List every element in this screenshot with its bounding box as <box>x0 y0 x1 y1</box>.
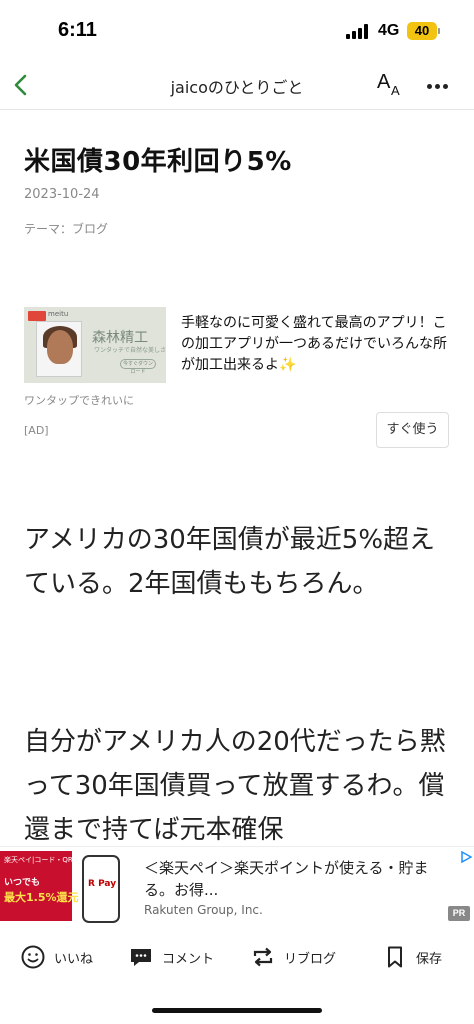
ellipsis-icon <box>427 84 432 89</box>
battery-icon: 40 <box>407 22 437 40</box>
status-bar: 6:11 4G 40 <box>0 0 474 60</box>
ad-label: [AD] <box>24 424 49 437</box>
network-type: 4G <box>378 22 400 39</box>
adchoices-icon[interactable] <box>460 851 472 863</box>
cellular-signal-icon <box>346 24 370 39</box>
back-button[interactable] <box>6 68 40 102</box>
comment-button[interactable]: コメント <box>128 942 214 972</box>
meitu-logo-icon <box>28 311 46 321</box>
banner-red-big: 最大1.5%還元 <box>4 891 79 904</box>
action-bar: いいね コメント リブログ 保存 <box>0 926 474 988</box>
banner-red-mid: いつでも <box>4 878 41 888</box>
comment-icon <box>131 949 151 966</box>
text-size-icon-small: A <box>391 83 400 98</box>
ad-cta-button[interactable]: すぐ使う <box>376 412 449 448</box>
banner-red-top: 楽天ペイ|コード・QR払いで <box>4 856 94 864</box>
article-title: 米国債30年利回り5% <box>24 147 292 177</box>
phone-icon: R Pay <box>82 855 120 923</box>
article-paragraph: 自分がアメリカ人の20代だったら黙って30年国債買って放置するわ。償還まで持てば… <box>24 727 446 845</box>
bookmark-icon <box>388 946 402 968</box>
status-time: 6:11 <box>58 19 97 41</box>
reblog-label: リブログ <box>284 951 337 967</box>
reblog-icon <box>253 947 273 967</box>
ad-image-brand: 森林精工 <box>92 330 148 346</box>
article-paragraph: アメリカの30年国債が最近5%超えている。2年国債ももちろん。 <box>24 525 436 599</box>
comment-label: コメント <box>162 951 215 967</box>
banner-ad[interactable]: 楽天ペイ|コード・QR払いで いつでも 最大1.5%還元 R Pay ＜楽天ペイ… <box>0 846 474 924</box>
article-theme[interactable]: テーマ：ブログ <box>24 220 108 237</box>
smile-icon <box>21 945 45 969</box>
save-button[interactable]: 保存 <box>382 942 442 972</box>
banner-advertiser: Rakuten Group, Inc. <box>144 903 263 917</box>
save-label: 保存 <box>416 951 443 967</box>
blog-title: jaicoのひとりごと <box>170 78 304 97</box>
ad-caption: ワンタップできれいに <box>24 394 134 407</box>
chevron-left-icon <box>14 74 27 96</box>
ad-text[interactable]: 手軽なのに可愛く盛れて最高のアプリ！この加工アプリが一つあるだけでいろんな所が加… <box>181 313 451 376</box>
ad-portrait <box>36 321 82 377</box>
banner-ad-text: ＜楽天ペイ＞楽天ポイントが使える・貯まる。お得... <box>144 859 429 899</box>
home-indicator[interactable] <box>152 1008 322 1013</box>
ad-image-sub: ワンタッチで自然な美しさ <box>94 347 166 354</box>
text-size-button[interactable]: A A <box>372 70 406 102</box>
rakuten-pay-logo: R Pay <box>88 879 117 889</box>
nav-bar: jaicoのひとりごと A A <box>0 60 474 110</box>
ad-image-logo-text: meitu <box>48 310 69 318</box>
article-date: 2023-10-24 <box>24 187 100 202</box>
text-size-icon: A <box>377 71 391 93</box>
reblog-button[interactable]: リブログ <box>250 942 336 972</box>
battery-tip <box>438 28 440 34</box>
pr-badge: PR <box>448 906 470 921</box>
like-label: いいね <box>54 951 94 967</box>
ad-image-chip: 今すぐダウンロード <box>120 359 156 375</box>
ad-image[interactable]: meitu 森林精工 ワンタッチで自然な美しさ 今すぐダウンロード <box>24 307 166 383</box>
like-button[interactable]: いいね <box>20 942 93 972</box>
banner-ad-image: 楽天ペイ|コード・QR払いで いつでも 最大1.5%還元 <box>0 851 94 921</box>
more-button[interactable] <box>420 70 454 102</box>
